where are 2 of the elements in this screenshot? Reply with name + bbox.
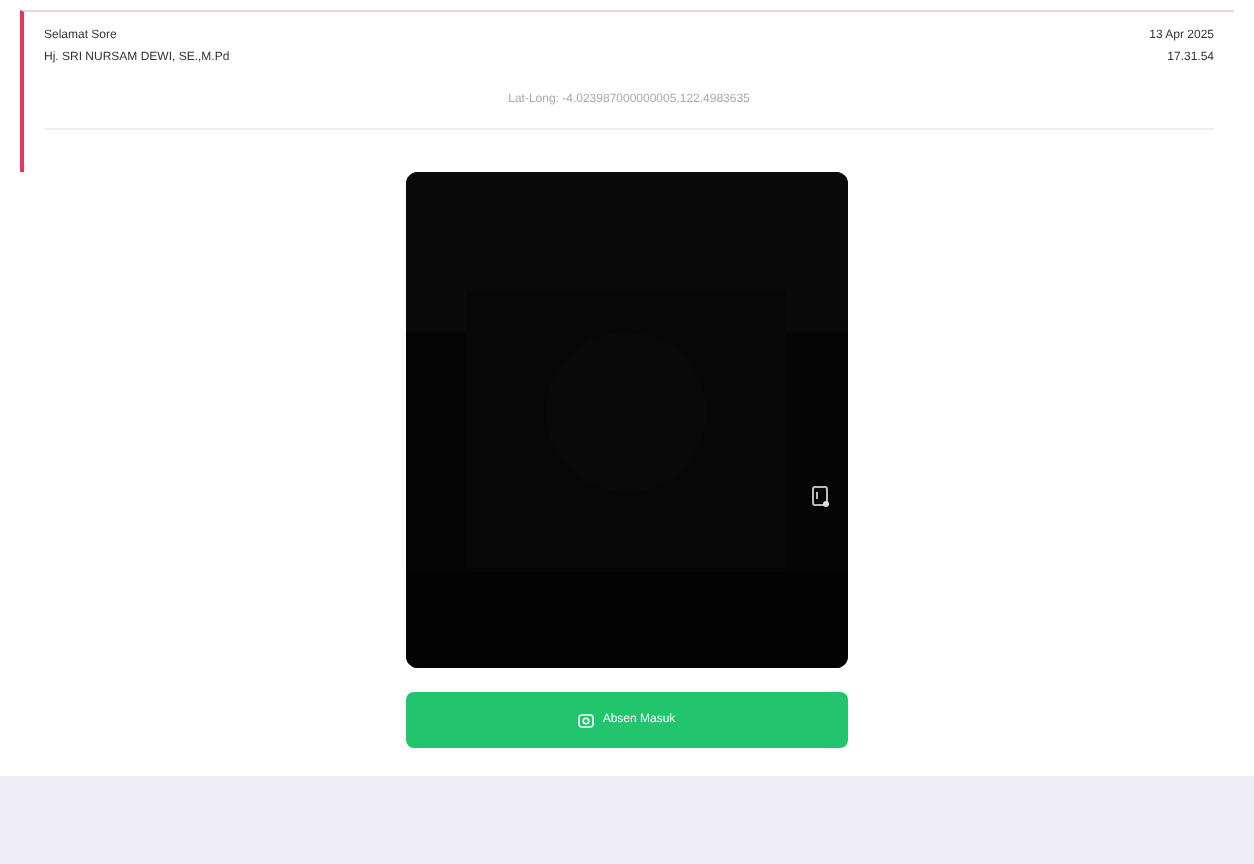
camera-icon <box>578 712 595 728</box>
camera-switch-icon[interactable] <box>812 486 830 508</box>
